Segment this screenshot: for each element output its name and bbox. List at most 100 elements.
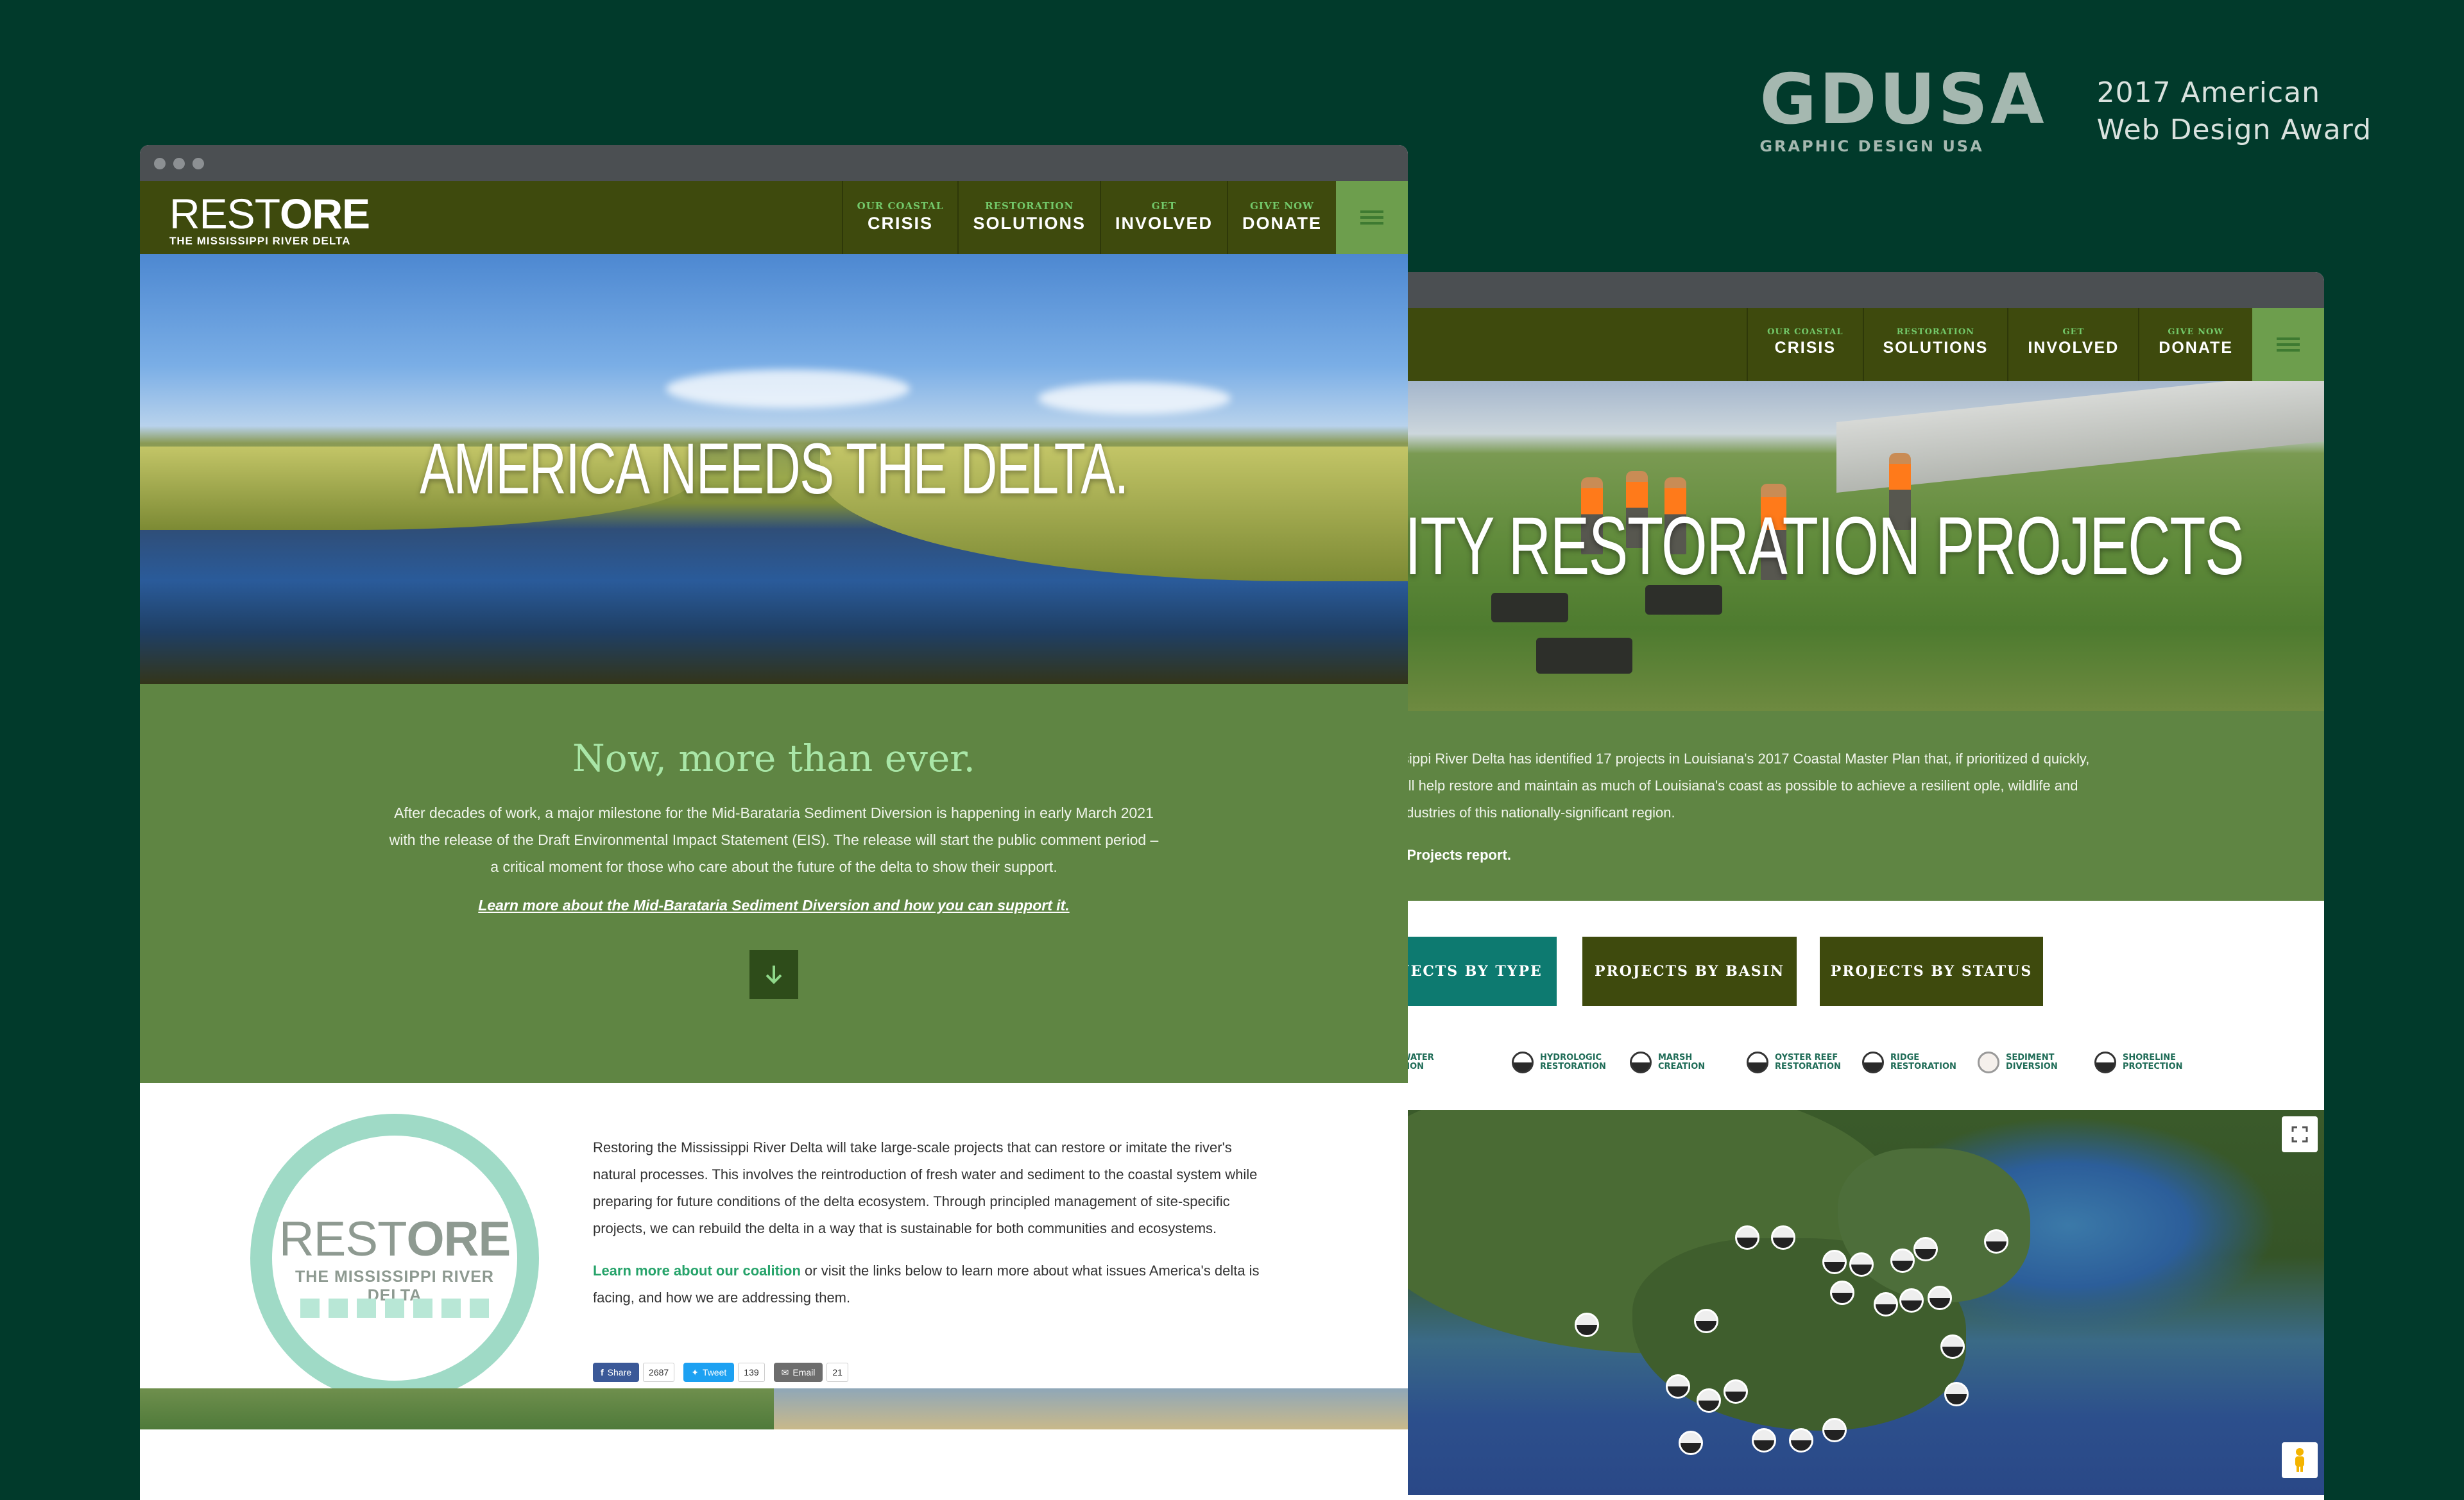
about-paragraph: Restoring the Mississippi River Delta wi… [593,1139,1258,1236]
browser-chrome [140,145,1408,181]
nav-crisis[interactable]: OUR COASTAL CRISIS [1747,308,1862,381]
projects-report-link[interactable]: y Projects report. [1395,842,2101,869]
map-marker[interactable] [1822,1418,1847,1442]
restore-logo[interactable]: RESTORE THE MISSISSIPPI RIVER DELTA [140,181,842,254]
nav-involved[interactable]: GET INVOLVED [2007,308,2138,381]
ridge-restoration-icon [1862,1052,1884,1073]
map-marker[interactable] [1666,1374,1690,1399]
projects-browser-window: OUR COASTAL CRISIS RESTORATION SOLUTIONS… [1389,272,2324,1500]
menu-button[interactable] [2252,308,2324,381]
facebook-icon: f [601,1367,604,1377]
fullscreen-icon [2291,1126,2308,1143]
tweet-button[interactable]: ✦ Tweet [683,1363,735,1382]
email-share[interactable]: ✉ Email 21 [773,1363,848,1382]
legend-ridge-restoration[interactable]: RIDGE RESTORATION [1862,1050,1956,1075]
map-marker[interactable] [1789,1428,1813,1453]
map-marker[interactable] [1822,1250,1847,1274]
gdusa-logo: GDUSA GRAPHIC DESIGN USA [1759,60,2047,156]
map-marker[interactable] [1940,1334,1965,1359]
map-marker[interactable] [1874,1292,1898,1317]
twitter-share[interactable]: ✦ Tweet 139 [683,1363,765,1382]
map-marker[interactable] [1899,1288,1924,1313]
map-marker[interactable] [1913,1237,1938,1261]
arrow-down-icon [766,966,782,984]
site-nav: OUR COASTAL CRISIS RESTORATION SOLUTIONS… [1389,308,2324,381]
legend-oyster-reef[interactable]: OYSTER REEF RESTORATION [1747,1050,1841,1075]
street-view-button[interactable] [2282,1442,2318,1478]
filter-by-type-button[interactable]: JECTS BY TYPE [1389,937,1557,1006]
map-marker[interactable] [1890,1249,1915,1273]
award-line-1: 2017 American [2096,76,2321,109]
map-marker[interactable] [1724,1379,1748,1404]
filter-by-basin-button[interactable]: PROJECTS BY BASIN [1582,937,1797,1006]
home-hero-title: AMERICA NEEDS THE DELTA. [420,429,1129,509]
filter-by-status-button[interactable]: PROJECTS BY STATUS [1820,937,2043,1006]
award-title: 2017 American Web Design Award [2097,74,2372,149]
pegman-icon [2295,1448,2304,1472]
email-count: 21 [826,1363,848,1382]
tagline: Now, more than ever. [572,737,975,780]
projects-map[interactable] [1389,1110,2324,1495]
menu-button[interactable] [1336,181,1408,254]
map-marker[interactable] [1679,1431,1703,1455]
restore-ring-logo: RESTORE THE MISSISSIPPI RIVER DELTA [250,1114,539,1402]
projects-hero: RITY RESTORATION PROJECTS [1389,381,2324,711]
scroll-down-button[interactable] [749,950,798,999]
photo-strip [140,1388,1408,1429]
nav-solutions[interactable]: RESTORATION SOLUTIONS [957,181,1100,254]
gdusa-wordmark: GDUSA [1759,60,2047,140]
window-dot[interactable] [154,158,166,169]
oyster-reef-icon [1747,1052,1768,1073]
map-marker[interactable] [1771,1225,1795,1250]
fullscreen-button[interactable] [2282,1116,2318,1152]
project-filters: JECTS BY TYPE PROJECTS BY BASIN PROJECTS… [1389,901,2324,1110]
sediment-diversion-icon [1978,1052,1999,1073]
legend-shoreline-protection[interactable]: SHORELINE PROTECTION [2094,1050,2183,1075]
window-dot[interactable] [193,158,204,169]
share-count: 2687 [643,1363,675,1382]
projects-hero-title: RITY RESTORATION PROJECTS [1389,500,2245,592]
legend-marsh-creation[interactable]: MARSH CREATION [1630,1050,1705,1075]
about-section: RESTORE THE MISSISSIPPI RIVER DELTA Rest… [140,1083,1408,1429]
coalition-link[interactable]: Learn more about our coalition [593,1263,801,1279]
award-badge: GDUSA GRAPHIC DESIGN USA 2017 American W… [1759,60,2372,156]
legend-hydrologic-restoration[interactable]: HYDROLOGIC RESTORATION [1512,1050,1606,1075]
map-marker[interactable] [1575,1313,1599,1337]
hydrologic-restoration-icon [1512,1052,1534,1073]
nav-donate[interactable]: GIVE NOW DONATE [2138,308,2252,381]
facebook-share[interactable]: f Share 2687 [593,1363,675,1382]
map-marker[interactable] [1984,1229,2008,1254]
award-line-2: Web Design Award [2096,114,2372,146]
gdusa-subtitle: GRAPHIC DESIGN USA [1759,137,1984,155]
share-buttons: f Share 2687 ✦ Tweet 139 ✉ Email 21 [593,1363,848,1382]
email-button[interactable]: ✉ Email [773,1363,823,1382]
projects-intro: ssippi River Delta has identified 17 pro… [1389,711,2324,901]
intro-text: After decades of work, a major milestone… [389,805,1159,875]
about-text: Restoring the Mississippi River Delta wi… [593,1134,1267,1311]
diversion-link[interactable]: Learn more about the Mid-Barataria Sedim… [140,897,1408,914]
map-marker[interactable] [1944,1382,1969,1406]
home-intro: Now, more than ever. After decades of wo… [140,684,1408,1083]
map-marker[interactable] [1697,1388,1721,1413]
map-marker[interactable] [1849,1252,1874,1277]
twitter-icon: ✦ [691,1367,699,1377]
window-dot[interactable] [173,158,185,169]
map-marker[interactable] [1694,1309,1718,1333]
nav-donate[interactable]: GIVE NOW DONATE [1227,181,1336,254]
shoreline-protection-icon [2094,1052,2116,1073]
home-browser-window: RESTORE THE MISSISSIPPI RIVER DELTA OUR … [140,145,1408,1500]
map-marker[interactable] [1752,1428,1776,1453]
browser-chrome [1389,272,2324,308]
hamburger-icon [1360,207,1383,228]
nav-crisis[interactable]: OUR COASTAL CRISIS [841,181,958,254]
facebook-share-button[interactable]: f Share [593,1363,640,1382]
nav-solutions[interactable]: RESTORATION SOLUTIONS [1862,308,2008,381]
legend-sediment-diversion[interactable]: SEDIMENT DIVERSION [1978,1050,2058,1075]
map-marker[interactable] [1928,1286,1952,1310]
map-marker[interactable] [1830,1281,1854,1305]
nav-involved[interactable]: GET INVOLVED [1099,181,1227,254]
projects-intro-text: ssippi River Delta has identified 17 pro… [1395,751,2090,821]
map-marker[interactable] [1735,1225,1759,1250]
envelope-icon: ✉ [781,1367,789,1377]
home-hero: AMERICA NEEDS THE DELTA. [140,254,1408,684]
